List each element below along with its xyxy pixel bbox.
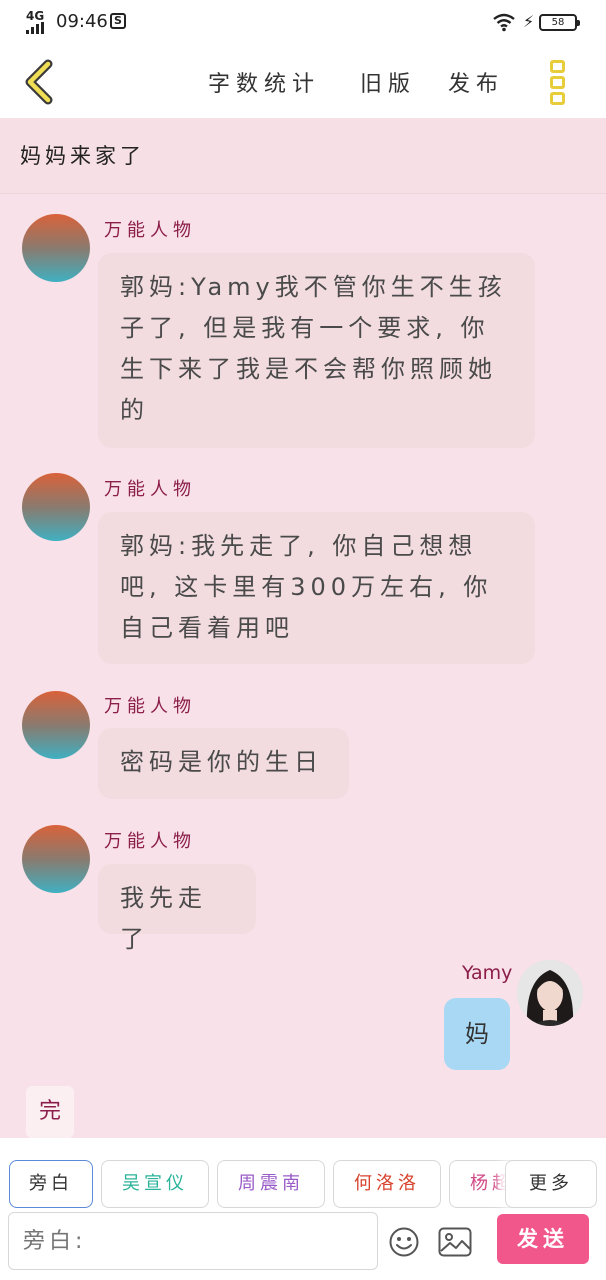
role-chip-label: 周震南 <box>238 1173 304 1194</box>
story-title: 妈妈来家了 <box>20 144 145 168</box>
message-input[interactable] <box>8 1212 378 1270</box>
message-bubble[interactable]: 密码是你的生日 <box>98 728 349 799</box>
end-marker[interactable]: 完 <box>26 1086 74 1138</box>
character-avatar[interactable] <box>22 214 90 282</box>
character-avatar[interactable] <box>22 825 90 893</box>
image-icon[interactable] <box>438 1227 472 1257</box>
role-chip[interactable]: 周震南 <box>217 1160 325 1208</box>
publish-link[interactable]: 发布 <box>448 66 504 98</box>
status-time: 09:46 <box>56 11 108 32</box>
message-bubble[interactable]: 郭妈:我先走了, 你自己想想吧, 这卡里有300万左右, 你自己看着用吧 <box>98 512 535 664</box>
message-bubble[interactable]: 我先走了 <box>98 864 256 953</box>
speaker-name: 万能人物 <box>104 696 196 717</box>
story-title-bar[interactable]: 妈妈来家了 <box>0 118 606 194</box>
more-menu-icon[interactable] <box>543 58 573 108</box>
app-notification-icon: S <box>110 13 126 29</box>
role-chip-label: 吴宣仪 <box>122 1173 188 1194</box>
speaker-name: 万能人物 <box>104 831 196 852</box>
user-avatar[interactable] <box>517 960 583 1026</box>
character-avatar[interactable] <box>22 473 90 541</box>
wifi-icon <box>493 13 515 32</box>
role-chip-label: 何洛洛 <box>354 1173 420 1194</box>
old-version-link[interactable]: 旧版 <box>360 66 416 98</box>
user-message-bubble[interactable]: 妈 <box>444 998 510 1070</box>
send-button[interactable]: 发送 <box>497 1214 589 1264</box>
network-type: 4G <box>26 9 45 23</box>
more-roles-button[interactable]: 更多 <box>505 1160 597 1208</box>
role-chip-label: 旁白 <box>29 1173 73 1194</box>
word-count-link[interactable]: 字数统计 <box>208 66 320 98</box>
character-avatar[interactable] <box>22 691 90 759</box>
status-bar: 4G 09:46 S ⚡ 58 <box>0 0 606 46</box>
speaker-name: 万能人物 <box>104 479 196 500</box>
role-chip[interactable]: 吴宣仪 <box>101 1160 209 1208</box>
battery-icon: 58 <box>539 14 580 31</box>
message-bubble[interactable]: 郭妈:Yamy我不管你生不生孩子了, 但是我有一个要求, 你生下来了我是不会帮你… <box>98 253 535 448</box>
compose-panel: 旁白 吴宣仪 周震南 何洛洛 杨超 更多 发送 <box>0 1138 606 1280</box>
speaker-name: 万能人物 <box>104 220 196 241</box>
signal-icon <box>26 22 48 34</box>
user-speaker-name: Yamy <box>462 962 513 984</box>
back-icon[interactable] <box>18 58 62 106</box>
top-bar: 字数统计 旧版 发布 <box>0 46 606 118</box>
role-chip-narration[interactable]: 旁白 <box>9 1160 93 1208</box>
charging-icon: ⚡ <box>523 12 535 31</box>
role-chip[interactable]: 何洛洛 <box>333 1160 441 1208</box>
emoji-icon[interactable] <box>388 1226 420 1258</box>
user-photo-icon <box>517 960 583 1026</box>
battery-level: 58 <box>551 17 565 28</box>
